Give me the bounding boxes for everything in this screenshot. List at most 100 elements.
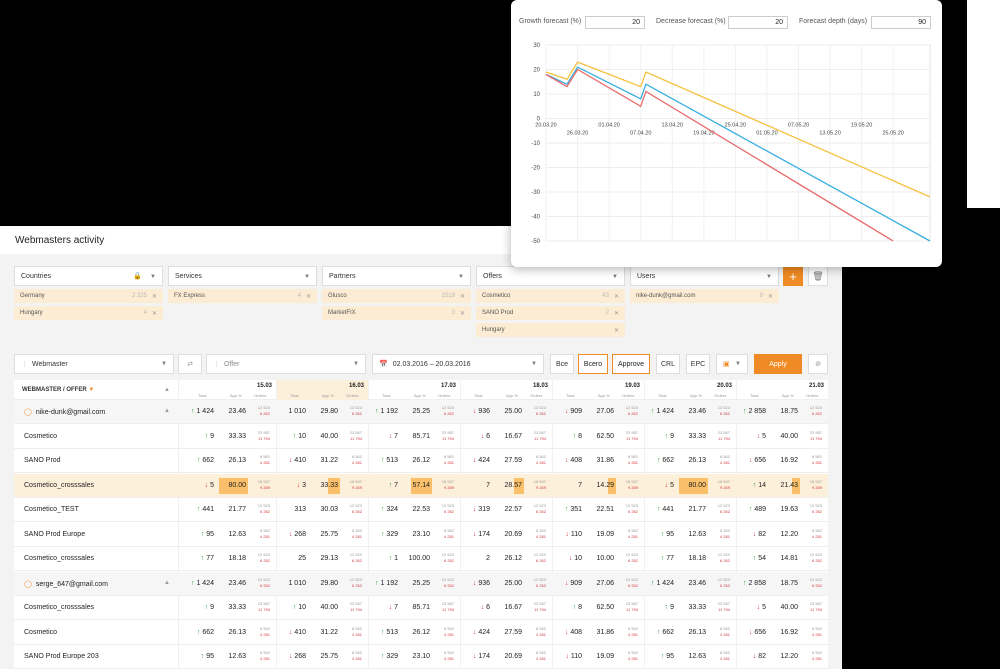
data-cell[interactable]: ↑ 9 33.33 23 587 11 794 [184,425,276,449]
data-cell[interactable]: ↓ 10 10.00 12 523 6 262 [552,547,644,571]
all-button[interactable]: Всего [578,354,608,374]
data-cell[interactable]: ↓ 82 12.20 8 562 4 281 [736,523,828,547]
date-range-picker[interactable]: 📅 02.03.2016 – 20.03.2016 ▼ [372,354,544,374]
data-cell[interactable]: ↓ 268 25.75 8 562 4 281 [276,523,368,547]
table-row[interactable]: Cosmetico_TEST ↑ 441 21.77 12 523 6 262 313 3… [14,498,828,522]
remove-chip-icon[interactable]: ✕ [614,310,619,317]
data-cell[interactable]: 25 29.13 12 523 6 262 [276,547,368,571]
data-cell[interactable]: ↑ 2 858 18.75 12 523 6 262 [736,572,828,596]
remove-chip-icon[interactable]: ✕ [614,293,619,300]
table-row[interactable]: Cosmetico_crosssales ↑ 77 18.18 12 523 6 262… [14,547,828,571]
table-row[interactable]: Cosmetico_crosssales ↓ 5 80.00 18 537 9 269 ↓… [14,473,828,498]
data-cell[interactable]: ↓ 936 25.00 12 523 6 262 [460,400,552,424]
data-cell[interactable]: ↓ 424 27.59 8 562 4 281 [460,621,552,645]
data-cell[interactable]: ↑ 662 26.13 8 562 4 281 [184,621,276,645]
data-cell[interactable]: ↑ 95 12.63 8 562 4 281 [644,523,736,547]
data-cell[interactable]: ↑ 95 12.63 8 562 4 281 [184,523,276,547]
data-cell[interactable]: ↑ 9 33.33 23 587 11 794 [644,596,736,620]
data-cell[interactable]: ↑ 329 23.10 8 562 4 281 [368,645,460,669]
data-cell[interactable]: ↑ 54 14.81 12 523 6 262 [736,547,828,571]
remove-chip-icon[interactable]: ✕ [152,293,157,300]
data-cell[interactable]: ↓ 82 12.20 8 562 4 281 [736,645,828,669]
data-cell[interactable]: ↓ 424 27.59 8 562 4 281 [460,449,552,473]
data-cell[interactable]: ↑ 441 21.77 12 523 6 262 [644,498,736,522]
data-cell[interactable]: ↓ 6 16.67 23 587 11 794 [460,425,552,449]
data-cell[interactable]: ↓ 5 40.00 23 587 11 794 [736,596,828,620]
data-cell[interactable]: ↑ 95 12.63 8 562 4 281 [644,645,736,669]
epc-button[interactable]: EPC [686,354,710,374]
collapse-icon[interactable]: ▲ [164,580,170,586]
table-row[interactable]: SANO Prod Europe 203 ↑ 95 12.63 8 562 4 281 ↓… [14,645,828,669]
data-cell[interactable]: ↓ 110 19.09 8 562 4 281 [552,645,644,669]
data-cell[interactable]: ↑ 662 26.13 8 562 4 281 [184,449,276,473]
data-cell[interactable]: ↑ 8 62.50 23 587 11 794 [552,425,644,449]
data-cell[interactable]: ↑ 77 18.18 12 523 6 262 [644,547,736,571]
data-cell[interactable]: ↑ 1 424 23.46 12 523 6 262 [184,572,276,596]
collapse-icon[interactable]: ▲ [164,387,170,393]
data-cell[interactable]: ↓ 174 20.69 8 562 4 281 [460,523,552,547]
remove-chip-icon[interactable]: ✕ [614,327,619,334]
filter-select[interactable]: Offers ▼ [476,266,625,286]
data-cell[interactable]: ↑ 7 57.14 18 537 9 269 [368,474,460,498]
filter-select[interactable]: Partners ▼ [322,266,471,286]
data-cell[interactable]: ↑ 95 12.63 8 562 4 281 [184,645,276,669]
filter-select[interactable]: Services ▼ [168,266,317,286]
table-row[interactable]: Cosmetico ↑ 9 33.33 23 587 11 794 ↑ 10 40.00 23… [14,425,828,449]
apply-button[interactable]: Apply [754,354,802,374]
data-cell[interactable]: ↑ 77 18.18 12 523 6 262 [184,547,276,571]
data-cell[interactable]: 1 010 29.80 12 523 6 262 [276,400,368,424]
filter-select[interactable]: Countries 🔒 ▼ [14,266,163,286]
data-cell[interactable]: ↓ 268 25.75 8 562 4 281 [276,645,368,669]
data-cell[interactable]: ↓ 3 33.33 18 537 9 269 [276,474,368,498]
data-cell[interactable]: ↑ 662 26.13 8 562 4 281 [644,449,736,473]
data-cell[interactable]: ↑ 513 26.12 8 562 4 281 [368,449,460,473]
filter-select[interactable]: Users ▼ [630,266,779,286]
data-cell[interactable]: ↓ 936 25.00 12 523 6 262 [460,572,552,596]
all-lower-button[interactable]: Все [550,354,574,374]
data-cell[interactable]: ↑ 2 858 18.75 12 523 6 262 [736,400,828,424]
save-menu-button[interactable]: ▣ ▼ [716,354,748,374]
data-cell[interactable]: ↓ 410 31.22 8 562 4 281 [276,449,368,473]
data-cell[interactable]: ↑ 14 21.43 18 537 9 269 [736,474,828,498]
table-row[interactable]: ◯ nike-dunk@gmail.com ▲ ↑ 1 424 23.46 12 523 6… [14,400,828,424]
table-row[interactable]: SANO Prod Europe ↑ 95 12.63 8 562 4 281 ↓ 268… [14,523,828,547]
data-cell[interactable]: ↓ 110 19.09 8 562 4 281 [552,523,644,547]
data-cell[interactable]: ↑ 1 100.00 12 523 6 262 [368,547,460,571]
data-cell[interactable]: ↑ 10 40.00 23 587 11 794 [276,425,368,449]
data-cell[interactable]: ↑ 1 192 25.25 12 523 6 262 [368,400,460,424]
data-cell[interactable]: ↓ 408 31.86 8 562 4 281 [552,449,644,473]
data-cell[interactable]: 313 30.03 12 523 6 262 [276,498,368,522]
data-cell[interactable]: ↑ 1 424 23.46 12 523 6 262 [184,400,276,424]
data-cell[interactable]: ↑ 513 26.12 8 562 4 281 [368,621,460,645]
data-cell[interactable]: ↓ 909 27.06 12 523 6 262 [552,400,644,424]
reset-button[interactable]: ⊘ [808,354,828,374]
table-row[interactable]: ◯ serge_647@gmail.com ▲ ↑ 1 424 23.46 12 523 6… [14,571,828,596]
data-cell[interactable]: ↑ 489 19.63 12 523 6 262 [736,498,828,522]
remove-chip-icon[interactable]: ✕ [306,293,311,300]
table-row[interactable]: Cosmetico_crosssales ↑ 9 33.33 23 587 11 794… [14,596,828,620]
data-cell[interactable]: ↓ 319 22.57 12 523 6 262 [460,498,552,522]
data-cell[interactable]: ↓ 7 85.71 23 587 11 794 [368,425,460,449]
offer-select[interactable]: ⋮ Offer ▼ [206,354,366,374]
decrease-forecast-input[interactable] [728,16,788,29]
collapse-icon[interactable]: ▲ [164,408,170,414]
data-cell[interactable]: 7 14.29 18 537 9 269 [552,474,644,498]
table-row[interactable]: Cosmetico ↑ 662 26.13 8 562 4 281 ↓ 410 31.22 8… [14,621,828,645]
table-row[interactable]: SANO Prod ↑ 662 26.13 8 562 4 281 ↓ 410 31.22 8… [14,449,828,473]
clear-filters-button[interactable]: 🗑 [808,266,828,286]
data-cell[interactable]: ↑ 8 62.50 23 587 11 794 [552,596,644,620]
data-cell[interactable]: ↓ 408 31.86 8 562 4 281 [552,621,644,645]
data-cell[interactable]: ↑ 324 22.53 12 523 6 262 [368,498,460,522]
data-cell[interactable]: ↓ 5 40.00 23 587 11 794 [736,425,828,449]
add-filter-button[interactable]: + [783,266,803,286]
data-cell[interactable]: ↓ 174 20.69 8 562 4 281 [460,645,552,669]
approve-button[interactable]: Approve [612,354,650,374]
data-cell[interactable]: ↑ 9 33.33 23 587 11 794 [644,425,736,449]
data-cell[interactable]: 1 010 29.80 12 523 6 262 [276,572,368,596]
remove-chip-icon[interactable]: ✕ [460,293,465,300]
data-cell[interactable]: ↑ 441 21.77 12 523 6 262 [184,498,276,522]
data-cell[interactable]: ↓ 5 80.00 18 537 9 269 [644,474,736,498]
data-cell[interactable]: 2 26.12 12 523 6 262 [460,547,552,571]
growth-forecast-input[interactable] [585,16,645,29]
first-column-header[interactable]: WEBMASTER / OFFER ▼ [22,387,94,393]
